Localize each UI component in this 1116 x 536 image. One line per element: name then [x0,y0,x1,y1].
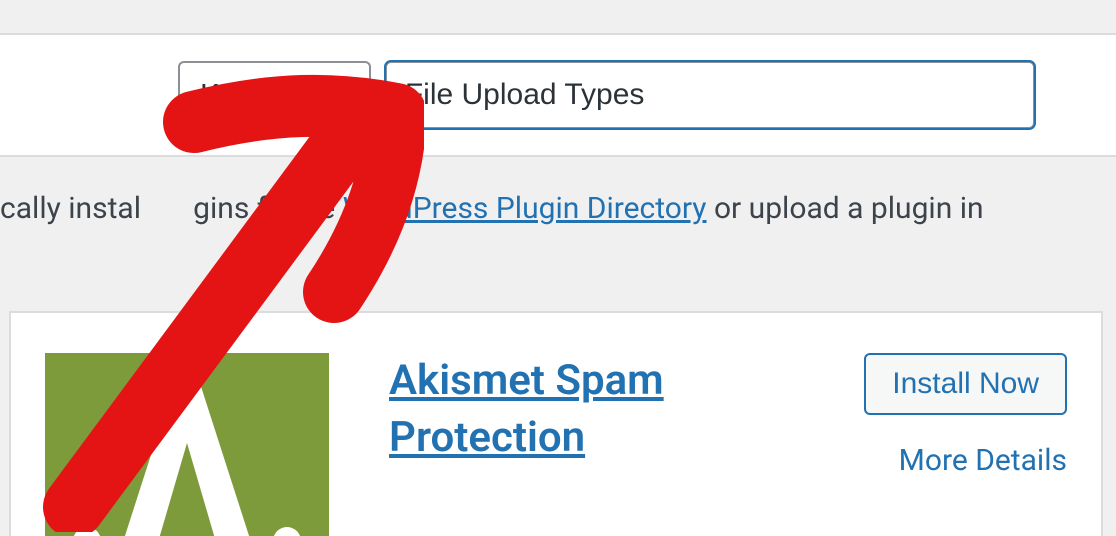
plugin-directory-link[interactable]: WordPress Plugin Directory [343,191,707,226]
desc-fragment-3: e [319,191,342,226]
plugin-card: Akismet Spam Protection Install Now More… [9,311,1103,536]
description-text: cally instal gins f e WordPress Plugin D… [0,188,984,230]
desc-fragment-1: cally instal [0,191,141,226]
plugin-name-link[interactable]: Akismet Spam Protection [389,353,719,466]
install-now-button[interactable]: Install Now [864,353,1067,415]
plugin-search-input[interactable] [385,61,1035,129]
more-details-link[interactable]: More Details [899,443,1067,478]
search-type-label: Keyword [200,78,315,113]
desc-fragment-2: gins f [193,191,267,226]
chevron-down-icon [325,82,351,108]
plugin-icon [45,353,329,536]
search-type-dropdown[interactable]: Keyword [178,61,371,129]
plugin-card-inner: Akismet Spam Protection Install Now More… [45,353,1067,536]
desc-fragment-4: or upload a plugin in [707,191,984,226]
plugin-actions: Install Now More Details [864,353,1067,478]
search-bar: Keyword [0,33,1116,157]
